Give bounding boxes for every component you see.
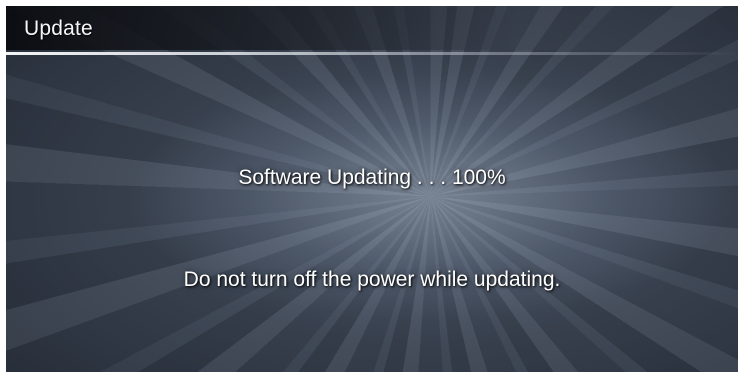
title-bar: Update	[6, 6, 738, 50]
page-title: Update	[24, 17, 93, 40]
title-divider	[6, 52, 738, 55]
power-warning-text: Do not turn off the power while updating…	[183, 268, 561, 291]
update-progress-text: Software Updating . . . 100%	[238, 166, 506, 189]
update-screen: Update Software Updating . . . 100% Do n…	[6, 6, 738, 372]
